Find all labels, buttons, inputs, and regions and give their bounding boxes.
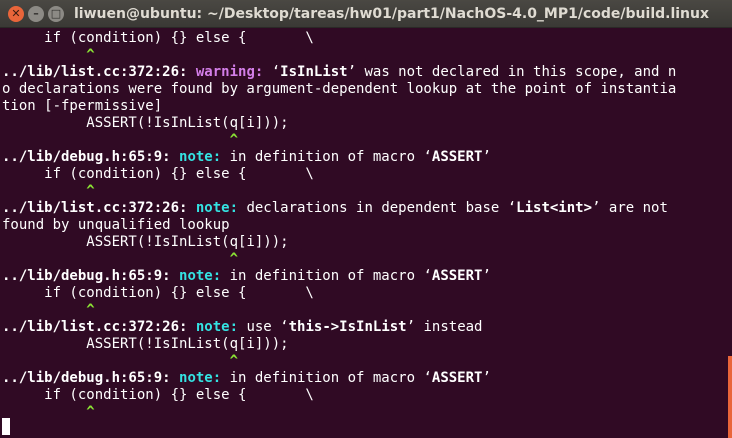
caret-marker: ^ bbox=[86, 302, 95, 318]
terminal-line: if (condition) {} else { \ bbox=[2, 285, 314, 302]
terminal-line: ASSERT(!IsInList(q[i])); bbox=[2, 336, 289, 353]
terminal-text: found by unqualified lookup bbox=[2, 217, 230, 233]
terminal-cursor bbox=[2, 418, 10, 435]
terminal-line: ../lib/list.cc:372:26: warning: ‘IsInLis… bbox=[2, 64, 676, 81]
terminal-line: ../lib/debug.h:65:9: note: in definition… bbox=[2, 370, 491, 387]
terminal-text: ../lib/list.cc:372:26: bbox=[2, 64, 196, 80]
terminal-window: ✕ – □ liwuen@ubuntu: ~/Desktop/tareas/hw… bbox=[0, 0, 732, 438]
terminal-text: declarations in dependent base ‘ bbox=[246, 200, 517, 216]
caret-marker: ^ bbox=[229, 353, 239, 369]
terminal-text: if (condition) {} else { \ bbox=[2, 30, 314, 46]
terminal-text: in definition of macro ‘ bbox=[229, 370, 432, 386]
terminal-text: List<int> bbox=[516, 200, 593, 216]
terminal-text: ../lib/debug.h:65:9: bbox=[2, 149, 180, 165]
terminal-text: note: bbox=[179, 149, 230, 165]
terminal-line: ASSERT(!IsInList(q[i])); bbox=[2, 234, 289, 251]
terminal-line: ASSERT(!IsInList(q[i])); bbox=[2, 115, 289, 132]
title-bar[interactable]: ✕ – □ liwuen@ubuntu: ~/Desktop/tareas/hw… bbox=[0, 0, 732, 28]
terminal-line: ^ bbox=[2, 183, 95, 200]
minimize-icon[interactable]: – bbox=[28, 6, 44, 22]
terminal-text: o declarations were found by argument-de… bbox=[2, 81, 677, 97]
terminal-text: if (condition) {} else { \ bbox=[2, 387, 314, 403]
terminal-text: note: bbox=[179, 268, 230, 284]
terminal-line: ^ bbox=[2, 404, 95, 421]
terminal-output[interactable]: ^ if (condition) {} else { \ ../lib/debug… bbox=[0, 28, 732, 438]
terminal-text: if (condition) {} else { \ bbox=[2, 166, 314, 182]
terminal-text: ASSERT bbox=[431, 268, 483, 284]
terminal-text: in definition of macro ‘ bbox=[229, 268, 432, 284]
terminal-text: ’ bbox=[482, 370, 491, 386]
terminal-line: ^ bbox=[2, 251, 238, 268]
caret-marker: ^ bbox=[86, 183, 95, 199]
terminal-text: ‘ bbox=[271, 64, 281, 80]
window-title: liwuen@ubuntu: ~/Desktop/tareas/hw01/par… bbox=[74, 6, 710, 22]
terminal-text: note: bbox=[195, 200, 247, 216]
terminal-line: ^ bbox=[2, 302, 95, 319]
terminal-line: ../lib/list.cc:372:26: note: use ‘this->… bbox=[2, 319, 482, 336]
terminal-text: ASSERT(!IsInList(q[i])); bbox=[2, 115, 289, 131]
terminal-text: ASSERT(!IsInList(q[i])); bbox=[2, 234, 289, 250]
terminal-text: ’ instead bbox=[406, 319, 483, 335]
terminal-text: ’ bbox=[482, 268, 491, 284]
caret-marker: ^ bbox=[86, 404, 95, 420]
terminal-line: found by unqualified lookup bbox=[2, 217, 230, 234]
terminal-text: use ‘ bbox=[246, 319, 289, 335]
terminal-text: warning: bbox=[195, 64, 272, 80]
terminal-line: ^ bbox=[2, 132, 238, 149]
terminal-line: ^ bbox=[2, 353, 238, 370]
maximize-icon[interactable]: □ bbox=[48, 6, 64, 22]
terminal-text: ASSERT bbox=[431, 149, 483, 165]
terminal-line: if (condition) {} else { \ bbox=[2, 387, 314, 404]
terminal-text: note: bbox=[179, 370, 230, 386]
terminal-line: if (condition) {} else { \ bbox=[2, 30, 314, 47]
terminal-text: in definition of macro ‘ bbox=[229, 149, 432, 165]
close-icon[interactable]: ✕ bbox=[8, 6, 24, 22]
caret-marker: ^ bbox=[86, 47, 95, 63]
terminal-text: ’ bbox=[482, 149, 491, 165]
terminal-text: ../lib/debug.h:65:9: bbox=[2, 370, 180, 386]
terminal-text: ’ are not bbox=[592, 200, 668, 216]
terminal-text: ../lib/debug.h:65:9: bbox=[2, 268, 180, 284]
terminal-text: this->IsInList bbox=[288, 319, 407, 335]
terminal-text: ../lib/list.cc:372:26: bbox=[2, 319, 196, 335]
caret-marker: ^ bbox=[229, 251, 239, 267]
terminal-line: if (condition) {} else { \ bbox=[2, 166, 314, 183]
caret-marker: ^ bbox=[229, 132, 239, 148]
terminal-line: ../lib/list.cc:372:26: note: declaration… bbox=[2, 200, 668, 217]
terminal-text: IsInList bbox=[280, 64, 348, 80]
terminal-line: tion [-fpermissive] bbox=[2, 98, 162, 115]
terminal-line: ../lib/debug.h:65:9: note: in definition… bbox=[2, 268, 491, 285]
terminal-text: ’ was not declared in this scope, and n bbox=[347, 64, 677, 80]
terminal-line: ../lib/debug.h:65:9: note: in definition… bbox=[2, 149, 491, 166]
terminal-text: ASSERT bbox=[431, 370, 483, 386]
terminal-text: ../lib/list.cc:372:26: bbox=[2, 200, 196, 216]
scrollbar[interactable] bbox=[728, 356, 732, 438]
terminal-line: o declarations were found by argument-de… bbox=[2, 81, 676, 98]
terminal-text: if (condition) {} else { \ bbox=[2, 285, 314, 301]
terminal-line: ^ bbox=[2, 47, 95, 64]
terminal-text: ASSERT(!IsInList(q[i])); bbox=[2, 336, 289, 352]
terminal-text: tion [-fpermissive] bbox=[2, 98, 163, 114]
terminal-text: note: bbox=[195, 319, 247, 335]
